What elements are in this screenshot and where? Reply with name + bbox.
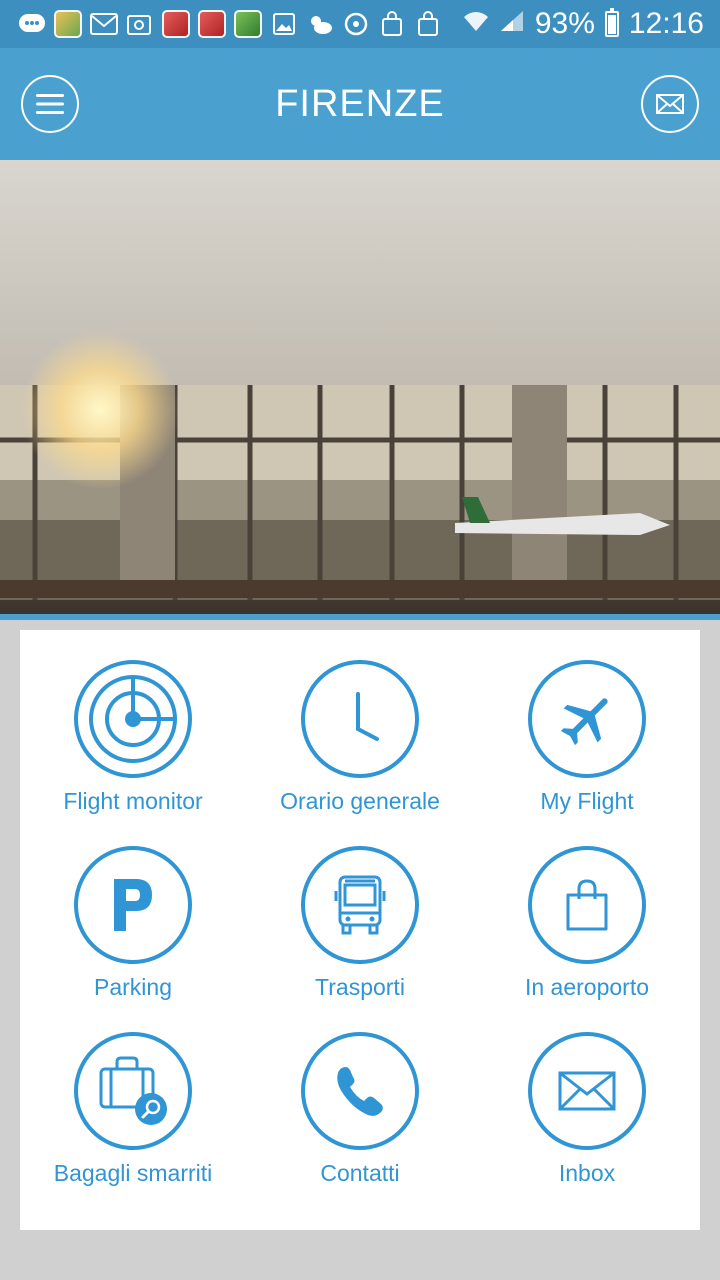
image-icon [270, 10, 298, 38]
trasporti-label: Trasporti [315, 974, 405, 1000]
email-icon [126, 10, 154, 38]
my-flight-label: My Flight [540, 788, 634, 814]
app-notification-icon [234, 10, 262, 38]
shopping-bag-icon [378, 10, 406, 38]
in-aeroporto-tile[interactable]: In aeroporto [474, 816, 700, 1002]
hero-image [0, 160, 720, 614]
app-bar: FIRENZE [0, 48, 720, 160]
battery-percent: 93% [534, 7, 595, 40]
bagagli-smarriti-label: Bagagli smarriti [53, 1160, 213, 1186]
bus-icon [334, 875, 386, 935]
contatti-button[interactable] [301, 1032, 419, 1150]
clock-time: 12:16 [628, 7, 704, 40]
app-notification-icon [162, 10, 190, 38]
in-aeroporto-button[interactable] [528, 846, 646, 964]
parking-button[interactable] [74, 846, 192, 964]
sunlight [20, 330, 180, 490]
orario-generale-button[interactable] [301, 660, 419, 778]
inbox-tile-button[interactable] [528, 1032, 646, 1150]
trasporti-button[interactable] [301, 846, 419, 964]
radar-icon [89, 675, 177, 763]
phone-icon [337, 1067, 383, 1116]
bagagli-smarriti-tile[interactable]: Bagagli smarriti [20, 1002, 246, 1188]
chat-icon [18, 10, 46, 38]
inbox-label: Inbox [558, 1160, 616, 1186]
inbox-tile[interactable]: Inbox [474, 1002, 700, 1188]
signal-icon [499, 7, 525, 41]
sync-icon [342, 10, 370, 38]
flight-monitor-label: Flight monitor [63, 788, 203, 814]
envelope-icon [656, 94, 684, 114]
hero-divider [0, 614, 720, 620]
parking-icon [114, 879, 152, 931]
my-flight-tile[interactable]: My Flight [474, 630, 700, 816]
menu-button[interactable] [21, 75, 79, 133]
gmail-icon [90, 10, 118, 38]
orario-generale-label: Orario generale [280, 788, 440, 814]
envelope-icon [558, 1071, 616, 1111]
parking-label: Parking [94, 974, 172, 1000]
bagagli-smarriti-button[interactable] [74, 1032, 192, 1150]
my-flight-button[interactable] [528, 660, 646, 778]
flight-monitor-tile[interactable]: Flight monitor [20, 630, 246, 816]
notification-icons [18, 10, 442, 38]
hamburger-icon [36, 94, 64, 114]
status-bar: 93% 12:16 [0, 0, 720, 48]
airplane-icon [560, 698, 608, 746]
shopping-bag-icon [414, 10, 442, 38]
flight-monitor-button[interactable] [74, 660, 192, 778]
contatti-tile[interactable]: Contatti [247, 1002, 473, 1188]
app-notification-icon [198, 10, 226, 38]
wifi-icon [463, 7, 489, 41]
weather-icon [306, 10, 334, 38]
page-title: FIRENZE [275, 82, 445, 125]
lost-luggage-icon [99, 1056, 167, 1125]
system-status: 93% 12:16 [463, 7, 704, 41]
trasporti-tile[interactable]: Trasporti [247, 816, 473, 1002]
shopping-bag-icon [566, 879, 608, 931]
orario-generale-tile[interactable]: Orario generale [247, 630, 473, 816]
inbox-button[interactable] [641, 75, 699, 133]
app-notification-icon [54, 10, 82, 38]
clock-icon [356, 692, 379, 741]
parking-tile[interactable]: Parking [20, 816, 246, 1002]
main-menu-grid: Flight monitor Orario generale My Flight… [20, 630, 700, 1230]
battery-icon [604, 8, 619, 37]
in-aeroporto-label: In aeroporto [524, 974, 650, 1000]
contatti-label: Contatti [320, 1160, 400, 1186]
